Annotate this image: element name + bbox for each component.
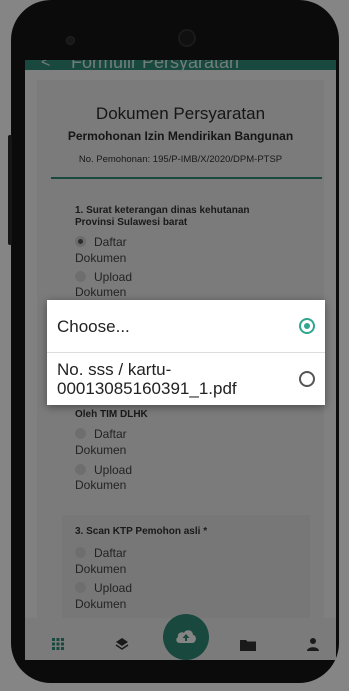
document-title: Dokumen Persyaratan: [95, 104, 266, 123]
requirement-3-option-daftar-label: Dokumen: [75, 562, 127, 576]
radio-unselected-icon[interactable]: [75, 271, 86, 282]
radio-selected-icon[interactable]: [299, 318, 315, 334]
app-bar: < Formulir Persyaratan: [25, 60, 336, 72]
requirement-1-title: 1. Surat keterangan dinas kehutanan Prov…: [75, 205, 250, 228]
radio-unselected-icon[interactable]: [299, 371, 315, 387]
requirement-1-option-upload[interactable]: Upload: [75, 270, 132, 284]
radio-unselected-icon[interactable]: [75, 582, 86, 593]
requirement-1-option-upload-label: Dokumen: [75, 285, 127, 299]
requirement-2-option-upload-label: Dokumen: [75, 478, 127, 492]
requirement-2-option-daftar[interactable]: Daftar: [75, 427, 127, 441]
requirement-2-option-upload[interactable]: Upload: [75, 463, 132, 477]
requirement-2-option-daftar-label: Dokumen: [75, 443, 127, 457]
dialog-option-label: Choose...: [57, 317, 130, 336]
cloud-upload-icon: [176, 630, 196, 643]
folder-icon[interactable]: [240, 639, 256, 651]
radio-unselected-icon[interactable]: [75, 464, 86, 475]
grid-icon[interactable]: [52, 638, 64, 650]
requirement-3-title: 3. Scan KTP Pemohon asli *: [75, 526, 208, 537]
requirement-1-option-daftar-label: Dokumen: [75, 251, 127, 265]
person-icon[interactable]: [307, 637, 319, 651]
requirement-2-title: Oleh TIM DLHK: [75, 409, 148, 420]
file-choice-dialog: Choose... No. sss / kartu- 0001308516039…: [47, 300, 325, 405]
side-button: [8, 135, 12, 245]
radio-unselected-icon[interactable]: [75, 547, 86, 558]
radio-selected-icon[interactable]: [75, 236, 86, 247]
layers-icon[interactable]: [115, 637, 129, 651]
requirement-1-option-daftar[interactable]: Daftar: [75, 235, 127, 249]
app-bar-title: Formulir Persyaratan: [71, 60, 240, 72]
upload-fab-button[interactable]: [163, 614, 209, 660]
requirement-3-option-upload[interactable]: Upload: [75, 581, 132, 595]
dialog-option-file[interactable]: No. sss / kartu- 00013085160391_1.pdf: [47, 353, 325, 405]
document-subtitle: Permohonan Izin Mendirikan Bangunan: [67, 129, 294, 143]
divider: [51, 177, 322, 179]
earpiece-speaker-icon: [178, 29, 196, 47]
back-arrow-icon[interactable]: <: [41, 60, 50, 72]
requirement-3-option-daftar[interactable]: Daftar: [75, 546, 127, 560]
radio-unselected-icon[interactable]: [75, 428, 86, 439]
front-camera-icon: [66, 36, 75, 45]
dialog-option-label: No. sss / kartu- 00013085160391_1.pdf: [57, 360, 237, 398]
application-number: No. Pemohonan: 195/P-IMB/X/2020/DPM-PTSP: [78, 154, 283, 165]
requirement-3-option-upload-label: Dokumen: [75, 597, 127, 611]
dialog-option-choose[interactable]: Choose...: [47, 300, 325, 353]
